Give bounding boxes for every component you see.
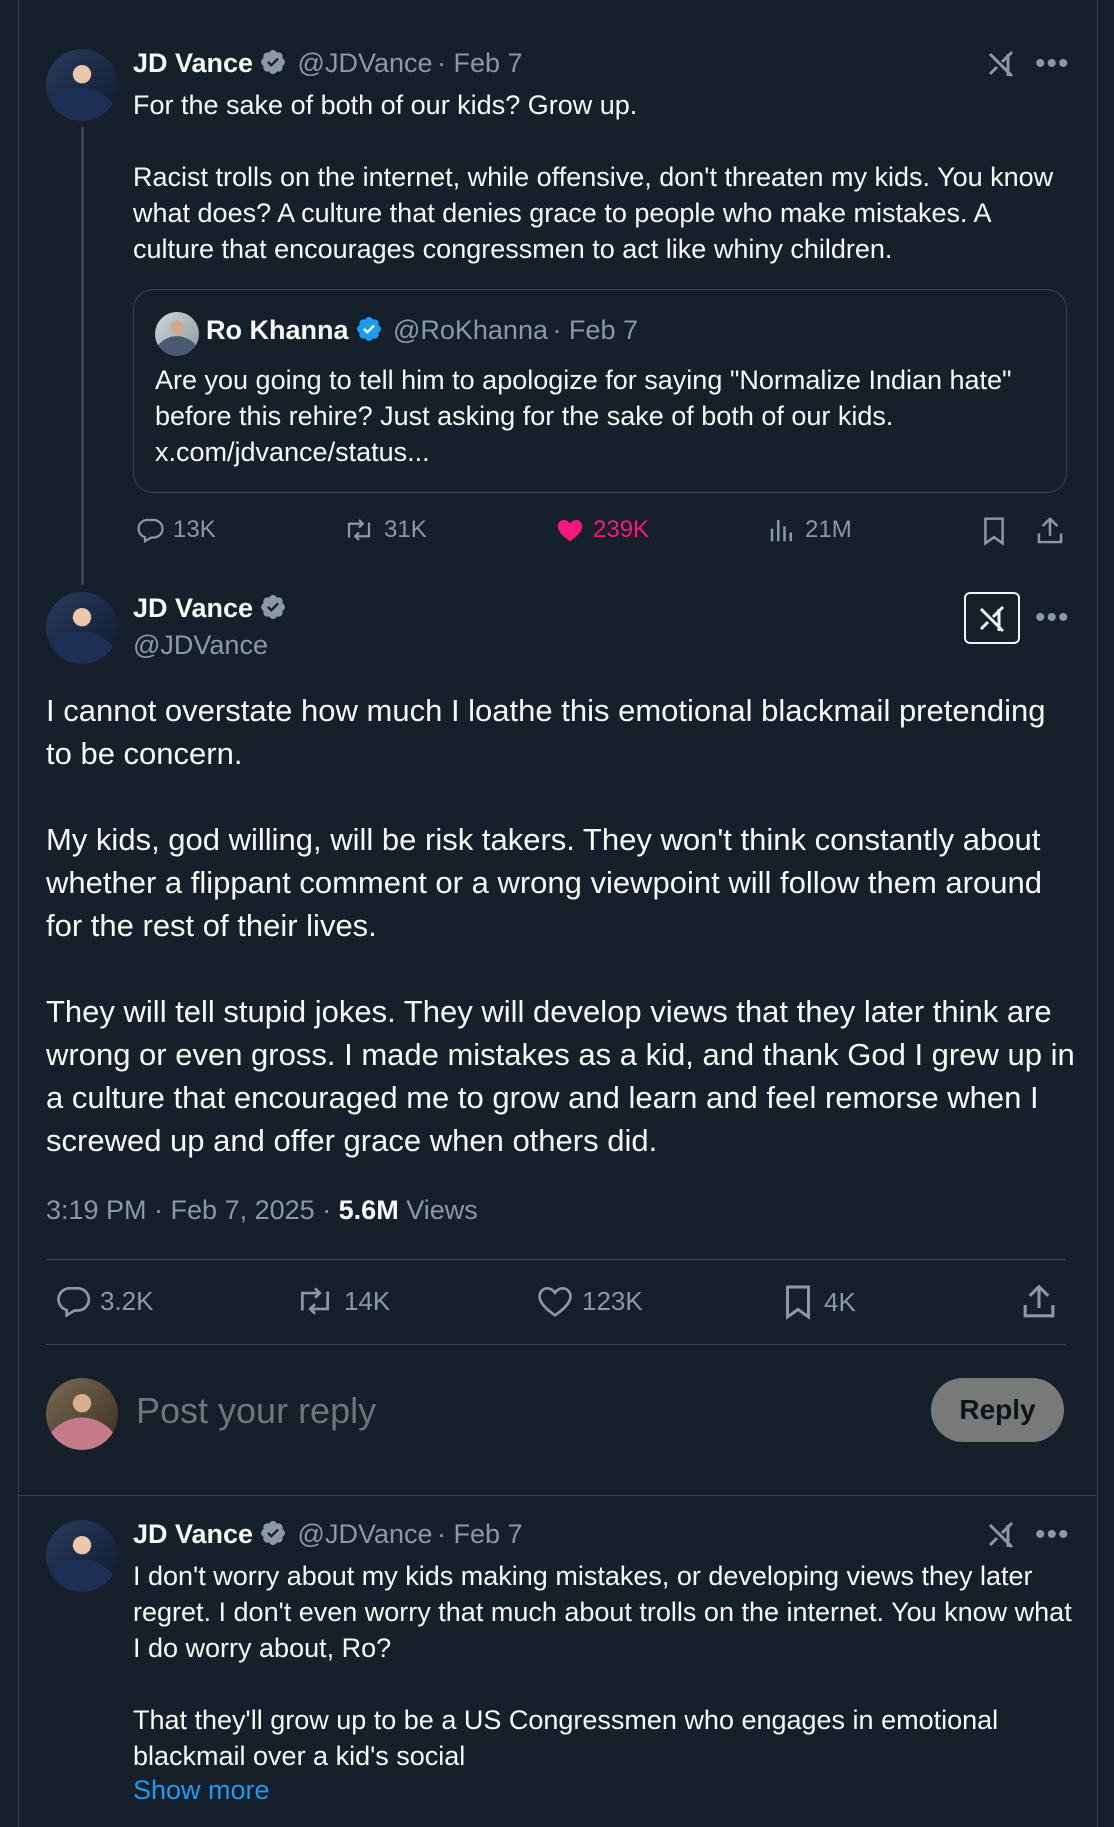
author-name[interactable]: JD Vance [133,48,253,78]
repost-button[interactable]: 31K [342,515,427,545]
quote-header: Ro Khanna @RoKhanna · Feb 7 [206,315,638,348]
tweet-meta: 3:19 PM · Feb 7, 2025 · 5.6M Views [46,1195,478,1226]
quote-author-handle: @RoKhanna [392,315,548,345]
share-icon[interactable] [1035,515,1065,552]
more-icon[interactable]: ••• [1035,603,1070,633]
author-name[interactable]: JD Vance [133,1519,253,1549]
repost-count: 31K [384,516,427,543]
thread-line [81,127,84,585]
tweet-date[interactable]: · Feb 7 [437,1519,523,1549]
like-count: 123K [582,1285,643,1316]
tweet-header: JD Vance @JDVance · Feb 7 [133,48,523,81]
like-button[interactable]: 123K [536,1282,643,1320]
divider [46,1259,1066,1260]
like-icon [557,520,583,542]
grok-icon[interactable] [986,48,1016,83]
bookmark-icon [786,1285,810,1320]
reply-icon [57,1286,91,1318]
reply-count: 13K [173,516,216,543]
views-button[interactable]: 21M [767,515,852,545]
avatar[interactable] [46,1378,118,1450]
views-icon [770,520,792,542]
reply-button[interactable]: Reply [931,1378,1064,1442]
quote-author-name: Ro Khanna [206,315,349,345]
quote-text: Are you going to tell him to apologize f… [155,365,1012,467]
grok-icon[interactable] [964,592,1020,644]
quote-date: · Feb 7 [552,315,638,345]
divider [46,1344,1066,1345]
bookmark-button[interactable]: 4K [780,1282,856,1322]
views-count: 5.6M [338,1195,399,1225]
avatar[interactable] [46,49,118,121]
share-icon[interactable] [1020,1282,1058,1327]
tweet-text: For the sake of both of our kids? Grow u… [133,90,1054,264]
repost-icon [347,519,371,541]
repost-count: 14K [344,1285,391,1316]
reply-count: 3.2K [100,1285,154,1316]
quoted-tweet[interactable]: Ro Khanna @RoKhanna · Feb 7 Are you goin… [133,289,1067,493]
verified-badge-icon [355,315,383,348]
reply-input[interactable]: Post your reply [136,1386,376,1436]
tweet-header: JD Vance @JDVance · Feb 7 [133,1519,523,1552]
bookmark-count: 4K [824,1286,856,1317]
tweet-date[interactable]: · Feb 7 [437,48,523,78]
verified-badge-icon [259,1519,287,1552]
author-handle[interactable]: @JDVance [298,1519,433,1549]
reply-icon [137,518,164,544]
author-handle[interactable]: @JDVance [133,630,287,661]
like-count: 239K [593,516,650,543]
grok-icon[interactable] [986,1519,1016,1554]
verified-badge-icon [259,593,287,626]
repost-button[interactable]: 14K [294,1282,390,1320]
tweet-text: I don't worry about my kids making mista… [133,1561,1072,1771]
main-tweet-header: JD Vance @JDVance [133,593,287,661]
repost-icon [300,1287,330,1315]
bookmark-icon[interactable] [979,515,1009,552]
views-label: Views [398,1195,478,1225]
like-button[interactable]: 239K [555,515,649,545]
author-handle[interactable]: @JDVance [298,48,433,78]
timestamp[interactable]: 3:19 PM · Feb 7, 2025 · [46,1195,339,1225]
verified-badge-icon [259,48,287,81]
like-icon [538,1286,572,1317]
author-name[interactable]: JD Vance [133,593,253,623]
more-icon[interactable]: ••• [1035,49,1070,79]
avatar[interactable] [46,1520,118,1592]
reply-button[interactable]: 3.2K [54,1282,154,1320]
divider [18,1495,1096,1496]
show-more-link[interactable]: Show more [133,1775,270,1806]
reply-button[interactable]: 13K [135,515,216,545]
more-icon[interactable]: ••• [1035,1520,1070,1550]
avatar [155,312,199,356]
avatar[interactable] [46,592,118,664]
views-count: 21M [805,516,852,543]
main-tweet-text: I cannot overstate how much I loathe thi… [46,693,1075,1158]
